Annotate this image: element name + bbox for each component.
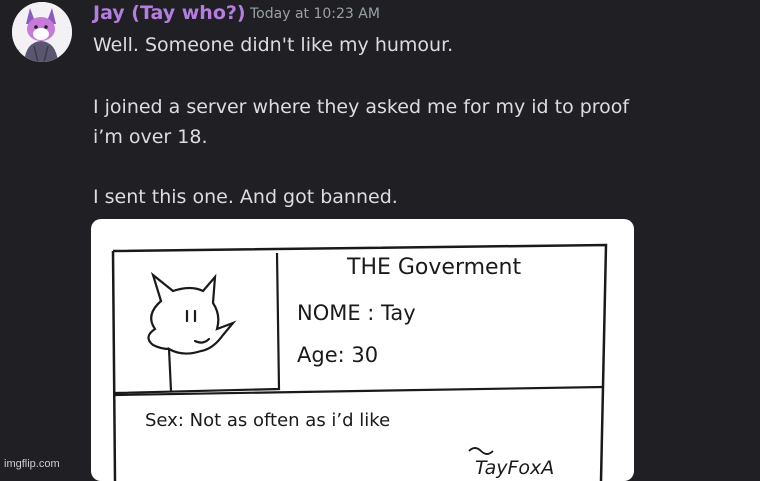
fox-avatar-icon: ~ bbox=[12, 2, 72, 62]
message-text-line: Well. Someone didn't like my humour. bbox=[93, 34, 454, 56]
message-text-line: I joined a server where they asked me fo… bbox=[93, 96, 630, 118]
cat-doodle-icon bbox=[147, 271, 237, 393]
message-text-line: i’m over 18. bbox=[93, 126, 208, 148]
id-age-line: Age: 30 bbox=[297, 343, 378, 367]
message-timestamp: Today at 10:23 AM bbox=[250, 6, 380, 22]
id-name-line: NOME : Tay bbox=[297, 301, 416, 325]
message-text-line: I sent this one. And got banned. bbox=[93, 186, 398, 208]
image-attachment[interactable]: THE Goverment NOME : Tay Age: 30 Sex: No… bbox=[91, 219, 634, 481]
id-title: THE Goverment bbox=[346, 255, 522, 280]
author-name[interactable]: Jay (Tay who?) bbox=[93, 2, 246, 24]
chat-message: ~ Jay (Tay who?) Today at 10:23 AM Well.… bbox=[0, 0, 760, 481]
svg-text:~: ~ bbox=[15, 47, 20, 54]
id-sex-line: Sex: Not as often as i’d like bbox=[145, 410, 390, 431]
avatar[interactable]: ~ bbox=[12, 2, 72, 62]
drawn-id-card: THE Goverment NOME : Tay Age: 30 Sex: No… bbox=[111, 243, 608, 481]
id-signature: TayFoxA bbox=[475, 457, 554, 479]
watermark: imgflip.com bbox=[4, 458, 60, 470]
